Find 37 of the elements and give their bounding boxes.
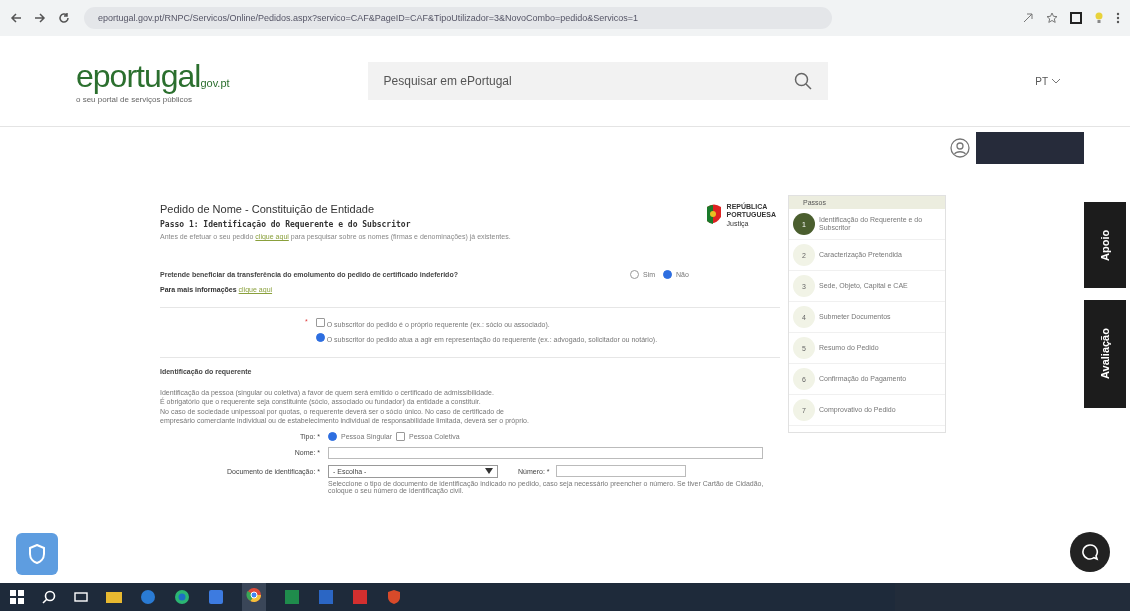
number-field[interactable]: [555, 465, 686, 478]
document-icon[interactable]: [318, 589, 334, 605]
spreadsheet-icon[interactable]: [284, 589, 300, 605]
site-logo[interactable]: eportugalgov.pt o seu portal de serviços públicos: [76, 58, 230, 104]
reload-icon[interactable]: [56, 10, 72, 26]
chevron-down-icon[interactable]: [1052, 78, 1060, 84]
side-tab[interactable]: Avaliação: [1084, 300, 1126, 408]
sidebar-icon[interactable]: [1068, 10, 1084, 26]
chat-icon[interactable]: [1070, 532, 1110, 572]
address-bar[interactable]: eportugal.gov.pt/RNPC/Servicos/Online/Pedidos.aspx?servico=CAF&PageID=CAF&TipoUtilizador=3&NovoCombo=pedido&Servicos=1: [84, 7, 832, 29]
side-tab[interactable]: Apoio: [1084, 202, 1126, 288]
user-icon[interactable]: [950, 138, 970, 158]
star-icon[interactable]: [1044, 10, 1060, 26]
language-selector[interactable]: PT: [1035, 75, 1060, 87]
pdf-icon[interactable]: [352, 589, 368, 605]
radio-button[interactable]: [315, 333, 325, 342]
radio-button[interactable]: [663, 270, 673, 279]
task-view-icon[interactable]: [74, 590, 88, 604]
shield-app-icon[interactable]: [386, 589, 402, 605]
search-icon[interactable]: [42, 590, 56, 604]
search-field[interactable]: Pesquisar em ePortugal: [367, 62, 828, 100]
menu-icon[interactable]: [1114, 10, 1122, 26]
checkbox[interactable]: [315, 318, 325, 327]
radio-button[interactable]: [328, 431, 337, 441]
radio-button[interactable]: [630, 270, 639, 279]
browser-icon[interactable]: [140, 589, 156, 605]
form-title: Pedido de Nome - Constituição de Entidade: [160, 203, 376, 215]
shield-icon[interactable]: [16, 533, 58, 575]
step-title: Passo 1: Identificação do Requerente e do Subscritor: [160, 220, 412, 229]
app-icon[interactable]: [208, 589, 224, 605]
chrome-icon[interactable]: [246, 587, 262, 603]
start-icon[interactable]: [10, 590, 24, 604]
name-field[interactable]: [328, 446, 763, 459]
checkbox[interactable]: [396, 431, 405, 441]
flag-emblem-icon: [704, 203, 723, 227]
folder-icon[interactable]: [106, 590, 122, 604]
caret-icon: [485, 468, 493, 475]
